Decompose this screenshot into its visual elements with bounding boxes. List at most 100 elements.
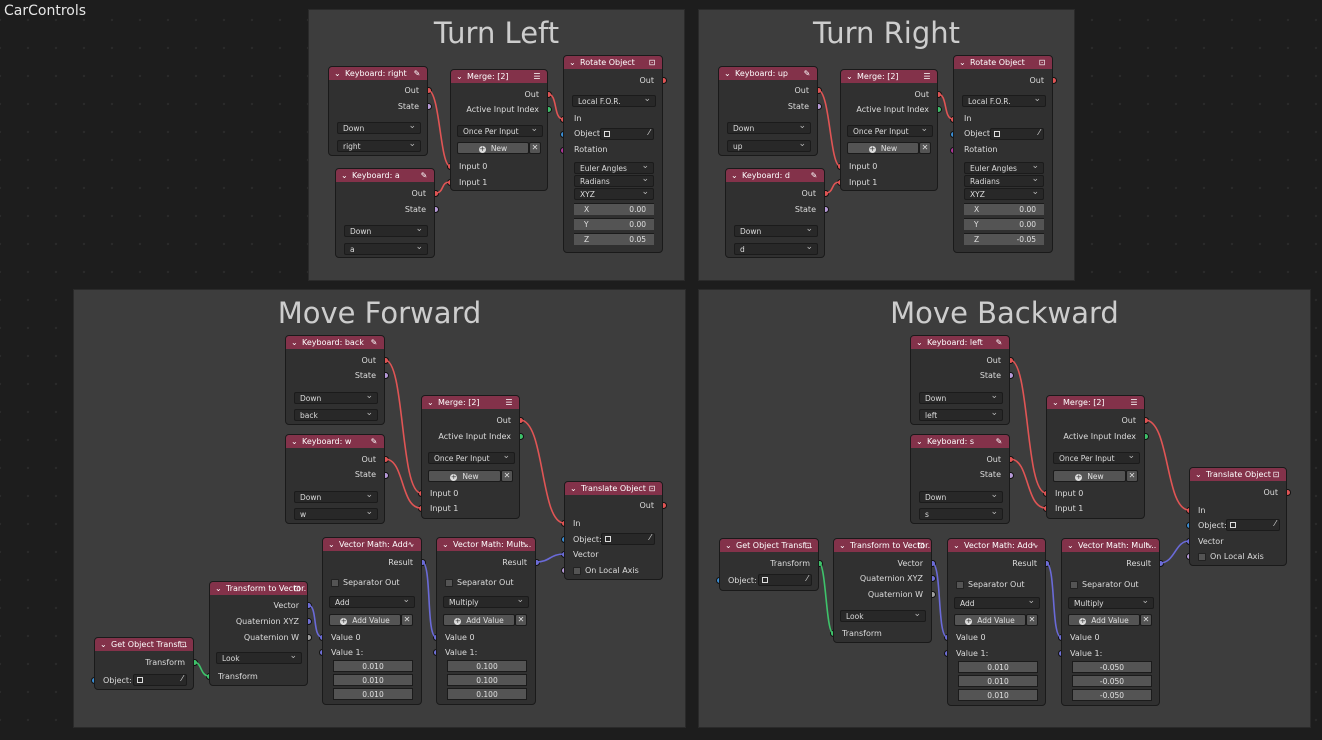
eyedropper-icon[interactable]: ⁄ [1275, 519, 1276, 528]
merge-node[interactable]: ⌄ Merge: [2] ☰ Out Active Input Index Once… [450, 69, 548, 191]
add-value-button[interactable]: + Add Value [954, 614, 1026, 626]
collapse-chevron-icon[interactable]: ⌄ [427, 396, 434, 409]
rotation-mode-dropdown[interactable]: Euler Angles [574, 162, 654, 174]
keyboard-node[interactable]: ⌄ Keyboard: s ✎ Out State Down s [910, 434, 1010, 524]
key-dropdown[interactable]: back [294, 409, 378, 421]
event-type-dropdown[interactable]: Down [727, 122, 811, 134]
value1-z-field[interactable]: 0.010 [333, 688, 413, 700]
keyboard-node[interactable]: ⌄ Keyboard: d ✎ Out State Down d [725, 168, 825, 258]
value1-z-field[interactable]: 0.100 [447, 688, 527, 700]
close-icon[interactable]: ✕ [529, 142, 541, 154]
get-object-transforms-node[interactable]: ⌄ Get Object Transf... ⊡ Transform Object:… [719, 538, 819, 591]
collapse-chevron-icon[interactable]: ⌄ [953, 539, 960, 552]
new-button[interactable]: + New [847, 142, 919, 154]
collapse-chevron-icon[interactable]: ⌄ [569, 56, 576, 69]
node-tree-icon[interactable]: ⊡ [647, 482, 657, 495]
math-icon[interactable]: ∿ [1030, 539, 1040, 552]
value1-x-field[interactable]: 0.010 [333, 660, 413, 672]
keyboard-node[interactable]: ⌄ Keyboard: right ✎ Out State Down right [328, 66, 428, 156]
value1-x-field[interactable]: 0.010 [958, 661, 1038, 673]
close-icon[interactable]: ✕ [919, 142, 931, 154]
event-type-dropdown[interactable]: Down [294, 392, 378, 404]
collapse-chevron-icon[interactable]: ⌄ [334, 67, 341, 80]
merge-node[interactable]: ⌄ Merge: [2] ☰ Out Active Input Index Once… [1046, 395, 1145, 519]
pencil-icon[interactable]: ✎ [994, 336, 1004, 349]
vector-math-multiply-node[interactable]: ⌄ Vector Math: Mult... ∿ Result Separator … [1061, 538, 1160, 706]
operation-dropdown[interactable]: Multiply [443, 596, 529, 608]
merge-node[interactable]: ⌄ Merge: [2] ☰ Out Active Input Index Once… [840, 69, 938, 191]
rotation-y-field[interactable]: Y 0.00 [964, 218, 1044, 230]
pencil-icon[interactable]: ✎ [419, 169, 429, 182]
vector-math-add-node[interactable]: ⌄ Vector Math: Add ∿ Result Separator Out … [947, 538, 1046, 706]
value1-y-field[interactable]: 0.010 [333, 674, 413, 686]
vector-math-multiply-node[interactable]: ⌄ Vector Math: Mult... ∿ Result Separator … [436, 537, 536, 705]
keyboard-node[interactable]: ⌄ Keyboard: up ✎ Out State Down up [718, 66, 818, 156]
collapse-chevron-icon[interactable]: ⌄ [731, 169, 738, 182]
new-button[interactable]: + New [457, 142, 529, 154]
key-dropdown[interactable]: left [919, 409, 1003, 421]
eyedropper-icon[interactable]: ⁄ [1039, 128, 1040, 137]
transform-mode-dropdown[interactable]: Look [840, 610, 926, 622]
transform-to-vector-node[interactable]: ⌄ Transform to Vector... ⊡ Vector Quaterni… [833, 538, 932, 643]
add-value-button[interactable]: + Add Value [329, 614, 401, 626]
list-icon[interactable]: ☰ [504, 396, 514, 409]
separator-out-checkbox[interactable] [331, 579, 339, 587]
separator-out-checkbox[interactable] [956, 581, 964, 589]
event-type-dropdown[interactable]: Down [919, 491, 1003, 503]
list-icon[interactable]: ☰ [532, 70, 542, 83]
object-field[interactable]: ⁄ [758, 574, 812, 586]
keyboard-node[interactable]: ⌄ Keyboard: a ✎ Out State Down a [335, 168, 435, 258]
collapse-chevron-icon[interactable]: ⌄ [916, 336, 923, 349]
collapse-chevron-icon[interactable]: ⌄ [341, 169, 348, 182]
key-dropdown[interactable]: d [734, 243, 818, 255]
get-object-transforms-node[interactable]: ⌄ Get Object Transf... ⊡ Transform Object:… [94, 637, 194, 690]
rotation-y-field[interactable]: Y 0.00 [574, 218, 654, 230]
add-value-button[interactable]: + Add Value [443, 614, 515, 626]
collapse-chevron-icon[interactable]: ⌄ [456, 70, 463, 83]
close-icon[interactable]: ✕ [1126, 470, 1138, 482]
event-type-dropdown[interactable]: Down [734, 225, 818, 237]
axis-order-dropdown[interactable]: XYZ [964, 188, 1044, 200]
collapse-chevron-icon[interactable]: ⌄ [839, 539, 846, 552]
pencil-icon[interactable]: ✎ [994, 435, 1004, 448]
angle-unit-dropdown[interactable]: Radians [964, 175, 1044, 187]
object-field[interactable]: ⁄ [601, 533, 655, 545]
keyboard-node[interactable]: ⌄ Keyboard: left ✎ Out State Down left [910, 335, 1010, 425]
collapse-chevron-icon[interactable]: ⌄ [291, 435, 298, 448]
close-icon[interactable]: ✕ [1140, 614, 1152, 626]
collapse-chevron-icon[interactable]: ⌄ [725, 539, 732, 552]
object-field[interactable]: ⁄ [990, 128, 1044, 140]
collapse-chevron-icon[interactable]: ⌄ [1195, 468, 1202, 481]
on-local-axis-checkbox[interactable] [573, 567, 581, 575]
collapse-chevron-icon[interactable]: ⌄ [916, 435, 923, 448]
frame-of-reference-dropdown[interactable]: Local F.O.R. [962, 95, 1046, 107]
collapse-chevron-icon[interactable]: ⌄ [328, 538, 335, 551]
collapse-chevron-icon[interactable]: ⌄ [570, 482, 577, 495]
translate-object-node[interactable]: ⌄ Translate Object ⊡ Out In Object: ⁄ Vect… [564, 481, 663, 580]
node-tree-icon[interactable]: ⊡ [803, 539, 813, 552]
close-icon[interactable]: ✕ [1026, 614, 1038, 626]
keyboard-node[interactable]: ⌄ Keyboard: back ✎ Out State Down back [285, 335, 385, 425]
collapse-chevron-icon[interactable]: ⌄ [846, 70, 853, 83]
node-tree-icon[interactable]: ⊡ [292, 582, 302, 595]
pencil-icon[interactable]: ✎ [412, 67, 422, 80]
collapse-chevron-icon[interactable]: ⌄ [724, 67, 731, 80]
rotate-object-node[interactable]: ⌄ Rotate Object ⊡ Out Local F.O.R. In Obje… [953, 55, 1053, 253]
math-icon[interactable]: ∿ [1144, 539, 1154, 552]
collapse-chevron-icon[interactable]: ⌄ [215, 582, 222, 595]
event-type-dropdown[interactable]: Down [919, 392, 1003, 404]
list-icon[interactable]: ☰ [922, 70, 932, 83]
eyedropper-icon[interactable]: ⁄ [182, 674, 183, 683]
key-dropdown[interactable]: s [919, 508, 1003, 520]
operation-dropdown[interactable]: Add [954, 597, 1040, 609]
value1-x-field[interactable]: 0.100 [447, 660, 527, 672]
node-tree-icon[interactable]: ⊡ [647, 56, 657, 69]
pencil-icon[interactable]: ✎ [369, 336, 379, 349]
key-dropdown[interactable]: right [337, 140, 421, 152]
rotate-object-node[interactable]: ⌄ Rotate Object ⊡ Out Local F.O.R. In Obje… [563, 55, 663, 253]
node-tree-icon[interactable]: ⊡ [1271, 468, 1281, 481]
eyedropper-icon[interactable]: ⁄ [649, 128, 650, 137]
collapse-chevron-icon[interactable]: ⌄ [442, 538, 449, 551]
rotation-z-field[interactable]: Z -0.05 [964, 233, 1044, 245]
separator-out-checkbox[interactable] [1070, 581, 1078, 589]
